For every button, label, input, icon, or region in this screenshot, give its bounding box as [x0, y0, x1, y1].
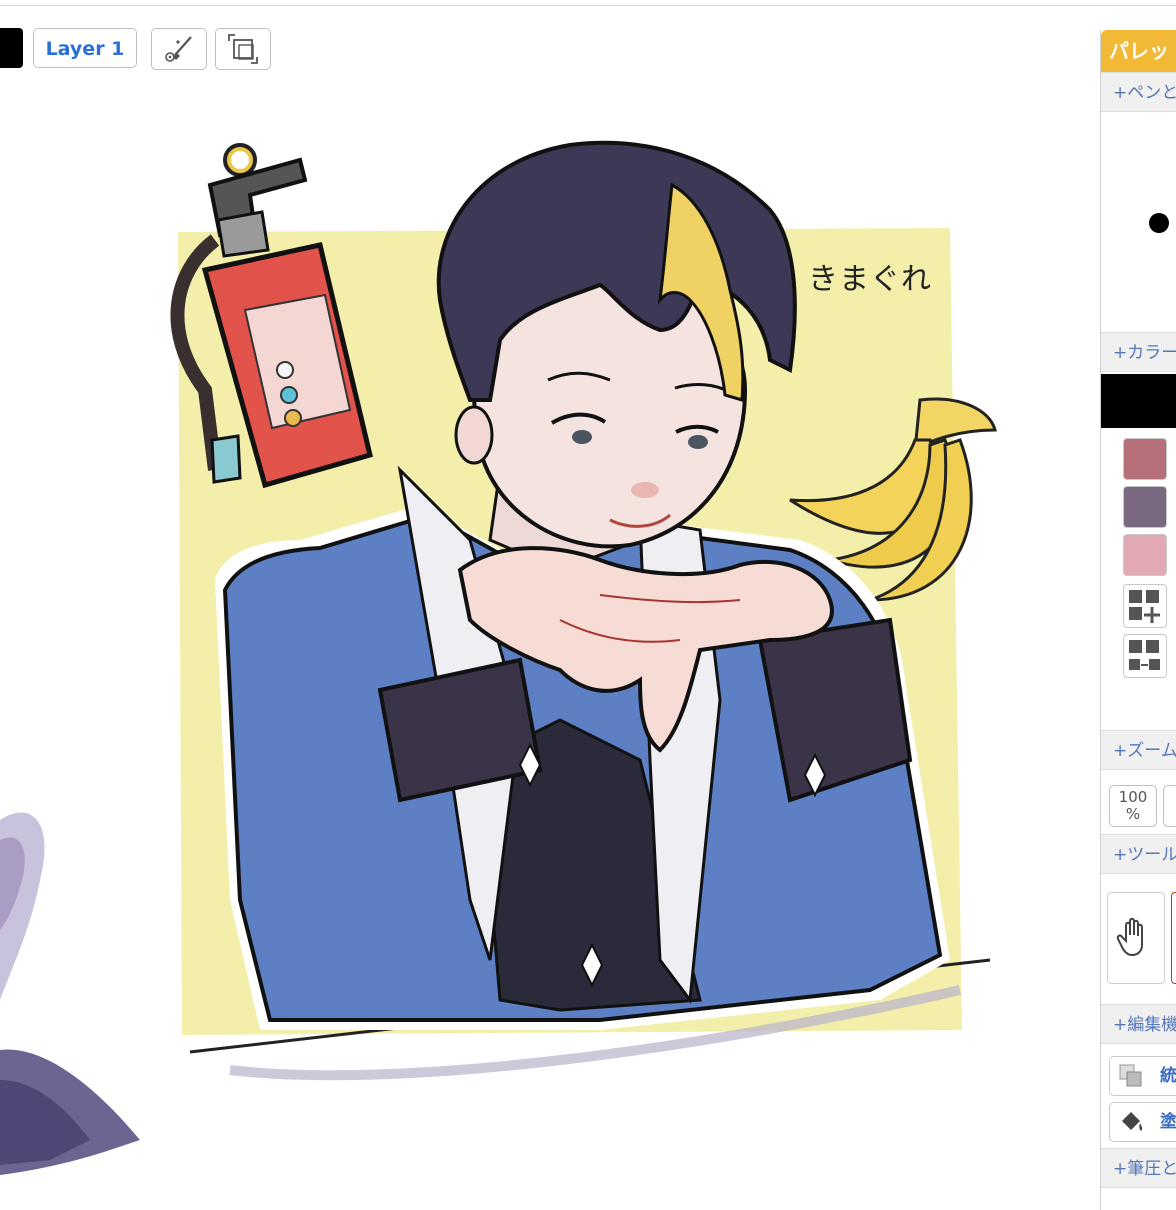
zoom-100-button[interactable]: 100%	[1109, 785, 1157, 827]
merge-label: 統	[1160, 1066, 1176, 1086]
section-edit[interactable]: +編集機	[1101, 1004, 1176, 1044]
color-swatch-2[interactable]	[1123, 486, 1167, 528]
zoom-unit: %	[1125, 805, 1141, 823]
zoom-fit-button[interactable]	[1163, 785, 1176, 827]
hand-tool-button[interactable]	[1107, 892, 1165, 984]
brush-settings-icon	[165, 36, 192, 62]
palette-panel: パレッ +ペンと +カラー +ズーム 100% +ツール +編集機 統 塗 +筆…	[1100, 30, 1176, 1210]
selected-tool-button[interactable]	[1171, 892, 1176, 984]
color-swatch-3[interactable]	[1123, 534, 1167, 576]
paint-bucket-icon	[1122, 1112, 1143, 1131]
transform-button[interactable]	[215, 28, 271, 70]
drawing-canvas[interactable]: きまぐれ	[0, 70, 1090, 1200]
artist-signature: きまぐれ	[808, 262, 932, 297]
zoom-value: 100	[1118, 788, 1148, 806]
artwork-illustration	[0, 140, 997, 1175]
current-color-swatch[interactable]	[0, 28, 23, 68]
section-color[interactable]: +カラー	[1101, 332, 1176, 372]
section-pen[interactable]: +ペンと	[1101, 72, 1176, 112]
fill-label: 塗	[1160, 1112, 1176, 1132]
color-swatch-1[interactable]	[1123, 438, 1167, 480]
transform-icon	[228, 34, 258, 64]
hand-icon	[1116, 917, 1143, 957]
palette-panel-title[interactable]: パレッ	[1101, 30, 1176, 72]
brush-settings-button[interactable]	[151, 28, 207, 70]
merge-layer-button[interactable]: 統	[1109, 1056, 1176, 1096]
swap-swatch-icon	[1129, 640, 1160, 670]
top-border	[0, 0, 1176, 6]
swap-swatch-button[interactable]	[1123, 634, 1167, 678]
add-swatch-button[interactable]	[1123, 584, 1167, 628]
fill-button[interactable]: 塗	[1109, 1102, 1176, 1142]
current-color-bar[interactable]	[1101, 374, 1176, 428]
merge-icon	[1119, 1064, 1142, 1087]
layer-select-button[interactable]: Layer 1	[33, 28, 137, 68]
section-zoom[interactable]: +ズーム	[1101, 730, 1176, 770]
add-swatch-icon	[1129, 590, 1160, 623]
section-pressure[interactable]: +筆圧と	[1101, 1148, 1176, 1188]
pen-size-preview	[1149, 213, 1169, 233]
section-tools[interactable]: +ツール	[1101, 834, 1176, 874]
